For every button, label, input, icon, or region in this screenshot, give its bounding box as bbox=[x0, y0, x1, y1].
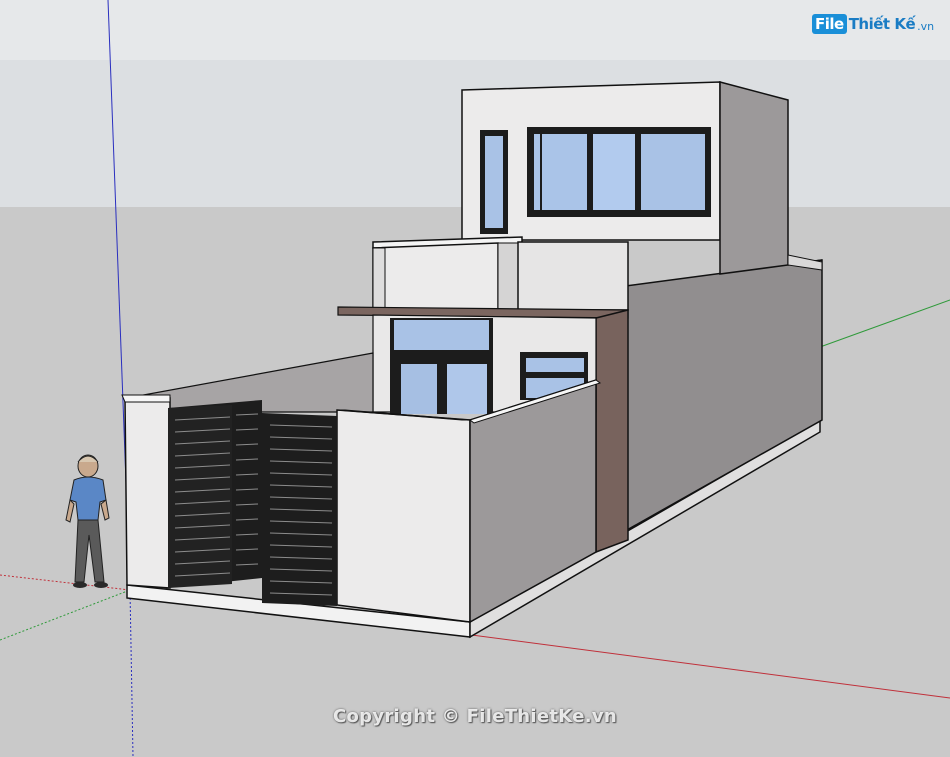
logo-file-badge: File bbox=[812, 14, 847, 34]
logo-domain: .vn bbox=[917, 19, 935, 33]
gate-pillar-left bbox=[124, 397, 171, 589]
site-logo: File Thiết Kế .vn bbox=[812, 14, 934, 34]
copyright-watermark: Copyright © FileThietKe.vn bbox=[332, 706, 618, 727]
model-scene[interactable] bbox=[0, 0, 950, 757]
logo-text: Thiết Kế bbox=[848, 15, 916, 33]
sky-top bbox=[0, 0, 950, 60]
balcony-parapet bbox=[372, 242, 499, 311]
fence-wall-front bbox=[336, 409, 471, 623]
sketchup-viewport[interactable]: File Thiết Kế .vn Copyright © FileThietK… bbox=[0, 0, 950, 757]
upper-floor-side bbox=[719, 81, 789, 275]
upper-narrow-window-glass bbox=[485, 136, 503, 228]
brown-column bbox=[595, 309, 629, 554]
